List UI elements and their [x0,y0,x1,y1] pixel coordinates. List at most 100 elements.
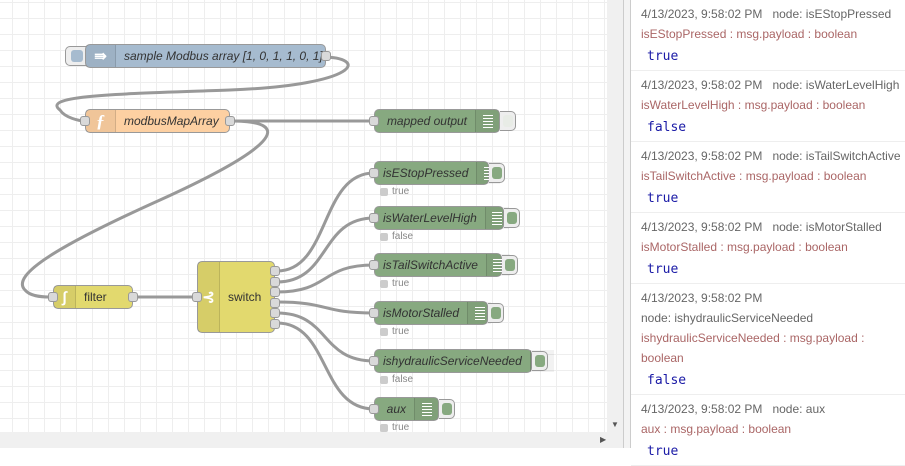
message-node[interactable]: node: aux [772,402,825,416]
debug-node[interactable]: isWaterLevelHigh [369,206,509,230]
inject-node[interactable]: ⇛ sample Modbus array [1, 0, 1, 1, 0, 1] [85,44,331,68]
debug-toggle[interactable] [504,208,520,228]
debug-toggle[interactable] [532,351,548,371]
debug-sidebar: 4/13/2023, 9:58:02 PM node: isEStopPresse… [631,0,905,466]
input-port[interactable] [369,356,379,366]
debug-toggle[interactable] [439,399,455,419]
message-topic: isTailSwitchActive : msg.payload : boole… [641,169,867,183]
wire [276,311,375,363]
node-label: ishydraulicServiceNeeded [383,354,522,368]
message-meta: 4/13/2023, 9:58:02 PM node: isTailSwitchA… [641,146,905,166]
input-port[interactable] [48,292,58,302]
output-port-3[interactable] [270,287,280,297]
node-label: mapped output [386,114,467,128]
output-port-4[interactable] [270,298,280,308]
output-port-6[interactable] [270,319,280,329]
filter-node[interactable]: ∫ filter [48,285,138,309]
wire [276,216,375,284]
output-port[interactable] [225,116,235,126]
message-meta: 4/13/2023, 9:58:02 PM node: isWaterLevelH… [641,75,905,95]
debug-node[interactable]: ishydraulicServiceNeeded [369,349,554,373]
node-label: isEStopPressed [383,166,469,180]
debug-message[interactable]: 4/13/2023, 9:58:02 PM node: isMotorStalle… [631,213,905,284]
input-port[interactable] [80,116,90,126]
output-port-2[interactable] [270,277,280,287]
status-dot-icon [380,423,388,432]
debug-toggle[interactable] [502,255,518,275]
output-port-1[interactable] [270,266,280,276]
node-status: false [380,231,413,242]
message-topic: aux : msg.payload : boolean [641,422,792,436]
message-node[interactable]: node: isEStopPressed [772,7,891,21]
message-node[interactable]: node: isMotorStalled [772,220,881,234]
node-status: true [380,326,409,337]
message-node[interactable]: node: ishydraulicServiceNeeded [641,311,813,325]
status-dot-icon [380,232,388,241]
message-meta: 4/13/2023, 9:58:02 PM node: isEStopPresse… [641,4,905,24]
node-status: false [380,374,413,385]
message-value[interactable]: true [641,44,905,70]
message-value[interactable]: true [641,257,905,283]
output-port[interactable] [128,292,138,302]
input-port[interactable] [369,213,379,223]
debug-message[interactable]: 4/13/2023, 9:58:02 PM node: aux aux : msg… [631,395,905,466]
inject-button[interactable] [65,46,87,66]
message-value[interactable]: true [641,439,905,465]
debug-node[interactable]: isEStopPressed [369,161,501,185]
debug-node[interactable]: isMotorStalled [369,301,492,325]
node-status: true [380,278,409,289]
status-dot-icon [380,327,388,336]
node-label: switch [228,290,262,304]
wire [276,171,375,273]
vertical-scrollbar[interactable]: ▼ [607,0,623,432]
message-time: 4/13/2023, 9:58:02 PM [641,78,763,92]
message-time: 4/13/2023, 9:58:02 PM [641,402,763,416]
node-label: aux [386,402,406,416]
message-topic: ishydraulicServiceNeeded : msg.payload :… [641,331,865,365]
input-port[interactable] [369,168,379,178]
debug-message[interactable]: 4/13/2023, 9:58:02 PM node: isEStopPresse… [631,0,905,71]
input-port[interactable] [369,404,379,414]
horizontal-scrollbar[interactable]: ▶ [0,432,623,448]
arrow-right-icon: ⇛ [86,45,116,67]
node-label: isMotorStalled [383,306,460,320]
node-label: sample Modbus array [1, 0, 1, 1, 0, 1] [124,49,323,63]
debug-message[interactable]: 4/13/2023, 9:58:02 PM node: ishydraulicSe… [631,284,905,395]
input-port[interactable] [369,260,379,270]
message-value[interactable]: false [641,368,905,394]
node-status: true [380,186,409,197]
message-value[interactable]: false [641,115,905,141]
flow-canvas[interactable]: ⇛ sample Modbus array [1, 0, 1, 1, 0, 1]… [0,0,607,432]
debug-node-mapped-output[interactable]: mapped output [369,109,500,133]
message-value[interactable]: true [641,186,905,212]
switch-node[interactable]: ⊰ switch [192,261,280,333]
debug-node[interactable]: aux [369,397,439,421]
function-node[interactable]: ƒ modbusMapArray [80,109,235,133]
debug-message[interactable]: 4/13/2023, 9:58:02 PM node: isWaterLevelH… [631,71,905,142]
message-topic: isEStopPressed : msg.payload : boolean [641,27,858,41]
wire [276,300,375,315]
message-node[interactable]: node: isTailSwitchActive [772,149,900,163]
debug-node[interactable]: isTailSwitchActive [369,253,510,277]
scroll-right-icon[interactable]: ▶ [600,435,606,444]
sidebar-resize-handle[interactable] [623,0,631,448]
debug-toggle[interactable] [488,303,504,323]
message-time: 4/13/2023, 9:58:02 PM [641,7,763,21]
node-label: isWaterLevelHigh [383,211,477,225]
input-port[interactable] [192,292,202,302]
function-icon: ƒ [86,110,116,132]
node-label: isTailSwitchActive [383,258,478,272]
input-port[interactable] [369,116,379,126]
scroll-down-icon[interactable]: ▼ [611,420,619,429]
debug-message[interactable]: 4/13/2023, 9:58:02 PM node: isTailSwitchA… [631,142,905,213]
message-node[interactable]: node: isWaterLevelHigh [772,78,899,92]
debug-toggle[interactable] [500,111,516,131]
message-topic: isWaterLevelHigh : msg.payload : boolean [641,98,866,112]
node-label: modbusMapArray [124,114,219,128]
node-status: true [380,422,409,432]
output-port-5[interactable] [270,308,280,318]
output-port[interactable] [321,51,331,61]
debug-toggle[interactable] [489,163,505,183]
input-port[interactable] [369,308,379,318]
status-dot-icon [380,187,388,196]
